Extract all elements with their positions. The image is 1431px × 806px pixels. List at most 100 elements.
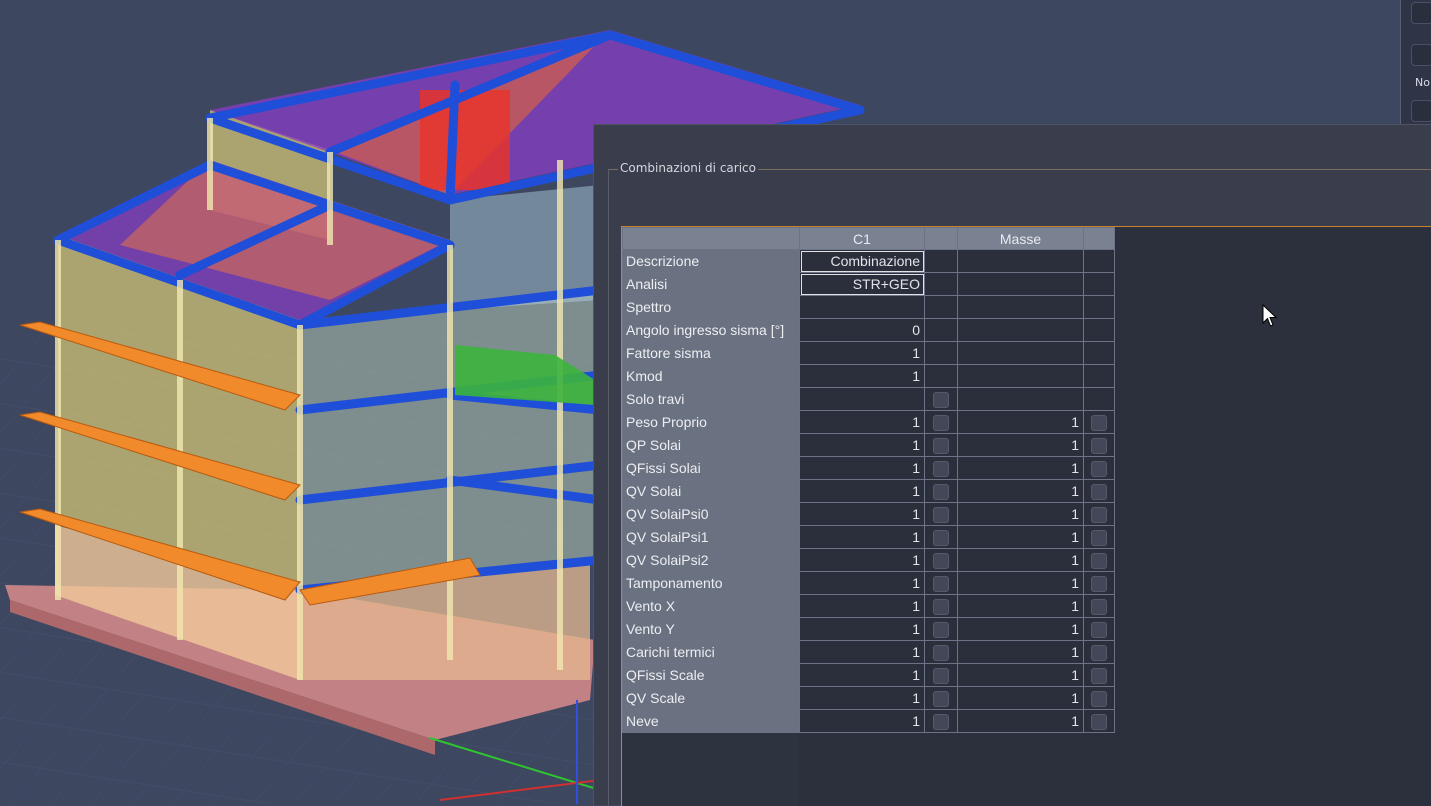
masse-checkbox[interactable] (1091, 437, 1107, 454)
c1-value-cell[interactable]: 1 (799, 686, 925, 710)
masse-checkbox[interactable] (1091, 598, 1107, 615)
masse-checkbox[interactable] (1091, 529, 1107, 546)
c1-value-cell[interactable]: 1 (799, 433, 925, 457)
c1-value-cell[interactable]: 1 (799, 709, 925, 733)
masse-checkbox-cell[interactable] (1083, 617, 1115, 641)
masse-value-cell[interactable]: 1 (957, 502, 1084, 526)
masse-checkbox-cell[interactable] (1083, 594, 1115, 618)
masse-checkbox-cell[interactable] (1083, 686, 1115, 710)
masse-value-cell[interactable]: 1 (957, 456, 1084, 480)
c1-checkbox-cell[interactable] (924, 502, 958, 526)
masse-value-cell[interactable]: 1 (957, 686, 1084, 710)
c1-checkbox[interactable] (933, 391, 949, 408)
masse-checkbox[interactable] (1091, 575, 1107, 592)
masse-checkbox-cell[interactable] (1083, 640, 1115, 664)
masse-checkbox[interactable] (1091, 644, 1107, 661)
header-c1[interactable]: C1 (799, 227, 925, 250)
toolbar-green-button[interactable] (1411, 2, 1431, 24)
c1-value-cell[interactable]: 1 (799, 502, 925, 526)
c1-value-cell[interactable] (799, 387, 925, 411)
c1-checkbox[interactable] (933, 552, 949, 569)
masse-checkbox[interactable] (1091, 552, 1107, 569)
masse-checkbox-cell[interactable] (1083, 456, 1115, 480)
masse-value-cell[interactable] (957, 364, 1084, 388)
c1-value-cell[interactable]: 1 (799, 525, 925, 549)
masse-checkbox-cell[interactable] (1083, 502, 1115, 526)
masse-checkbox-cell[interactable] (1083, 525, 1115, 549)
c1-checkbox[interactable] (933, 713, 949, 730)
c1-checkbox-cell[interactable] (924, 525, 958, 549)
masse-value-cell[interactable]: 1 (957, 525, 1084, 549)
c1-checkbox-cell[interactable] (924, 617, 958, 641)
masse-value-cell[interactable]: 1 (957, 410, 1084, 434)
c1-checkbox[interactable] (933, 575, 949, 592)
masse-checkbox-cell[interactable] (1083, 663, 1115, 687)
c1-value-cell[interactable]: 1 (799, 548, 925, 572)
c1-checkbox[interactable] (933, 644, 949, 661)
c1-value-cell[interactable]: 1 (799, 456, 925, 480)
c1-checkbox[interactable] (933, 414, 949, 431)
c1-checkbox-cell[interactable] (924, 709, 958, 733)
masse-value-cell[interactable]: 1 (957, 640, 1084, 664)
c1-checkbox[interactable] (933, 506, 949, 523)
masse-value-cell[interactable]: 1 (957, 479, 1084, 503)
masse-checkbox-cell[interactable] (1083, 479, 1115, 503)
c1-checkbox-cell[interactable] (924, 410, 958, 434)
masse-value-cell[interactable] (957, 295, 1084, 319)
masse-value-cell[interactable]: 1 (957, 548, 1084, 572)
masse-checkbox[interactable] (1091, 621, 1107, 638)
c1-checkbox-cell[interactable] (924, 548, 958, 572)
masse-checkbox-cell[interactable] (1083, 410, 1115, 434)
masse-value-cell[interactable] (957, 318, 1084, 342)
masse-checkbox[interactable] (1091, 414, 1107, 431)
masse-checkbox-cell[interactable] (1083, 709, 1115, 733)
c1-value-cell[interactable]: 1 (799, 640, 925, 664)
c1-value-cell[interactable]: 0 (799, 318, 925, 342)
masse-checkbox[interactable] (1091, 690, 1107, 707)
c1-checkbox[interactable] (933, 621, 949, 638)
c1-value-cell[interactable]: STR+GEO (799, 272, 925, 296)
toolbar-dropdown-button[interactable] (1411, 44, 1431, 66)
c1-value-cell[interactable]: 1 (799, 617, 925, 641)
masse-value-cell[interactable]: 1 (957, 594, 1084, 618)
masse-value-cell[interactable] (957, 249, 1084, 273)
c1-checkbox-cell[interactable] (924, 433, 958, 457)
masse-checkbox-cell[interactable] (1083, 433, 1115, 457)
c1-checkbox-cell[interactable] (924, 571, 958, 595)
combinations-grid[interactable]: C1 Masse Descrizione Combinazione Analisi S… (621, 226, 1431, 806)
c1-checkbox-cell[interactable] (924, 387, 958, 411)
masse-checkbox[interactable] (1091, 483, 1107, 500)
c1-checkbox[interactable] (933, 437, 949, 454)
c1-checkbox[interactable] (933, 460, 949, 477)
c1-value-cell[interactable]: 1 (799, 364, 925, 388)
c1-value-cell[interactable]: 1 (799, 341, 925, 365)
c1-checkbox-cell[interactable] (924, 456, 958, 480)
masse-checkbox-cell[interactable] (1083, 548, 1115, 572)
c1-value-cell[interactable]: 1 (799, 594, 925, 618)
masse-checkbox[interactable] (1091, 506, 1107, 523)
masse-value-cell[interactable]: 1 (957, 663, 1084, 687)
c1-value-cell[interactable]: 1 (799, 479, 925, 503)
c1-value-cell[interactable]: 1 (799, 571, 925, 595)
c1-checkbox-cell[interactable] (924, 594, 958, 618)
masse-value-cell[interactable]: 1 (957, 433, 1084, 457)
c1-checkbox[interactable] (933, 483, 949, 500)
c1-checkbox[interactable] (933, 667, 949, 684)
c1-checkbox-cell[interactable] (924, 640, 958, 664)
c1-checkbox-cell[interactable] (924, 686, 958, 710)
masse-value-cell[interactable]: 1 (957, 571, 1084, 595)
toolbar-dropdown-button-2[interactable] (1411, 100, 1431, 122)
masse-checkbox[interactable] (1091, 667, 1107, 684)
masse-checkbox[interactable] (1091, 460, 1107, 477)
masse-checkbox-cell[interactable] (1083, 571, 1115, 595)
c1-value-cell[interactable]: 1 (799, 410, 925, 434)
c1-value-cell[interactable]: Combinazione (799, 249, 925, 273)
header-masse[interactable]: Masse (957, 227, 1084, 250)
masse-value-cell[interactable] (957, 341, 1084, 365)
masse-value-cell[interactable]: 1 (957, 709, 1084, 733)
c1-checkbox[interactable] (933, 529, 949, 546)
c1-checkbox[interactable] (933, 598, 949, 615)
masse-value-cell[interactable] (957, 272, 1084, 296)
c1-checkbox-cell[interactable] (924, 479, 958, 503)
masse-value-cell[interactable] (957, 387, 1084, 411)
